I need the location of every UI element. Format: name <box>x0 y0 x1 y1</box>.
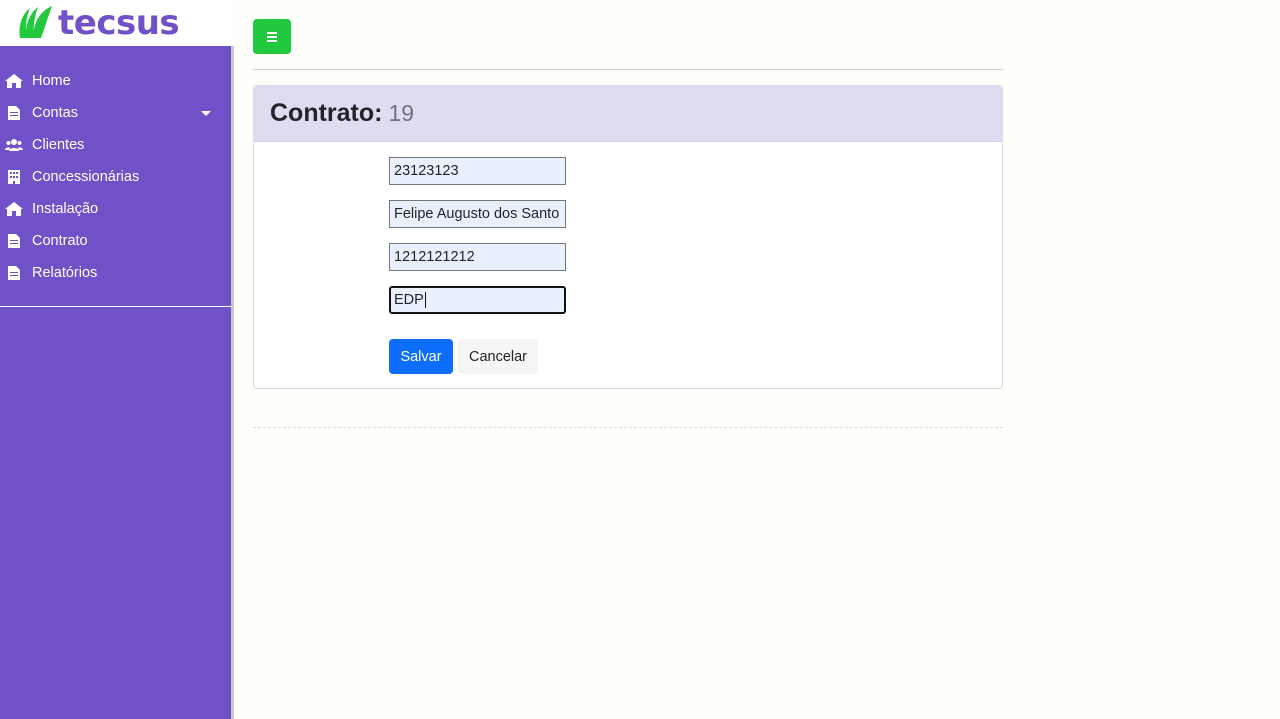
text-cursor <box>424 292 426 309</box>
input-value: 1212121212 <box>394 249 475 265</box>
home-icon <box>4 73 24 89</box>
input-value: EDP <box>394 292 424 308</box>
sidebar-divider <box>0 306 231 307</box>
sidebar-item-contrato[interactable]: Contrato <box>0 225 231 257</box>
contract-id: 19 <box>388 100 415 126</box>
file-icon <box>4 233 24 249</box>
cancel-button[interactable]: Cancelar <box>458 339 538 374</box>
sidebar-item-concessionarias[interactable]: Concessionárias <box>0 161 231 193</box>
sidebar-item-label: Clientes <box>32 137 85 153</box>
installation-number-input[interactable]: 1212121212 <box>389 243 566 271</box>
page-title: Contrato: <box>270 99 383 127</box>
divider <box>253 427 1003 428</box>
sidebar-item-relatorios[interactable]: Relatórios <box>0 257 231 289</box>
sidebar-item-home[interactable]: Home <box>0 65 231 97</box>
file-icon <box>4 265 24 281</box>
leaf-logo-icon <box>19 6 52 38</box>
sidebar-item-label: Relatórios <box>32 265 98 281</box>
logo-bar: tecsus <box>0 0 234 46</box>
input-value: Felipe Augusto dos Santo <box>394 206 560 222</box>
contract-number-input[interactable]: 23123123 <box>389 157 566 185</box>
sidebar-item-label: Instalação <box>32 201 99 217</box>
sidebar: tecsus Home Contas Clientes Concessionár… <box>0 0 234 719</box>
file-icon <box>4 105 24 121</box>
sidebar-item-label: Contas <box>32 105 78 121</box>
sidebar-item-instalacao[interactable]: Instalação <box>0 193 231 225</box>
sidebar-item-label: Contrato <box>32 233 88 249</box>
sidebar-item-label: Home <box>32 73 71 89</box>
hamburger-icon <box>267 31 277 42</box>
sidebar-nav: Home Contas Clientes Concessionárias Ins… <box>0 65 231 289</box>
brand-name: tecsus <box>58 3 180 43</box>
client-name-input[interactable]: Felipe Augusto dos Santo <box>389 200 566 228</box>
caret-down-icon[interactable] <box>201 111 211 116</box>
contract-form: 23123123 Felipe Augusto dos Santo 121212… <box>254 142 1002 388</box>
divider <box>253 69 1003 70</box>
utility-input[interactable]: EDP <box>389 286 566 314</box>
home-icon <box>4 201 24 217</box>
save-button[interactable]: Salvar <box>389 339 453 374</box>
menu-toggle-button[interactable] <box>253 19 291 54</box>
card-header: Contrato: 19 <box>254 86 1002 142</box>
input-value: 23123123 <box>394 163 459 179</box>
users-icon <box>4 137 24 153</box>
sidebar-item-contas[interactable]: Contas <box>0 97 231 129</box>
sidebar-item-label: Concessionárias <box>32 169 140 185</box>
sidebar-item-clientes[interactable]: Clientes <box>0 129 231 161</box>
contract-card: Contrato: 19 23123123 Felipe Augusto dos… <box>253 85 1003 389</box>
building-icon <box>4 169 24 185</box>
